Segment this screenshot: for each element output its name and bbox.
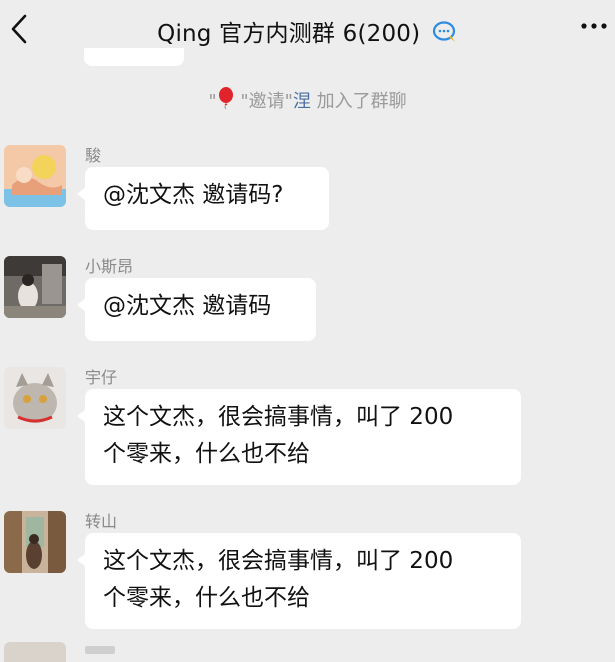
message-item: 小斯昂 @沈文杰 邀请码 [0, 253, 615, 343]
message-bubble[interactable]: @沈文杰 邀请码 [77, 278, 316, 341]
message-item: 转山 这个文杰，很会搞事情，叫了 200 个零来，什么也不给 [0, 508, 615, 633]
sender-name: 宇仔 [85, 368, 118, 387]
message-bubble[interactable]: 这个文杰，很会搞事情，叫了 200 个零来，什么也不给 [77, 389, 521, 485]
avatar[interactable] [4, 145, 66, 207]
avatar[interactable] [4, 367, 66, 429]
message-bubble[interactable]: 这个文杰，很会搞事情，叫了 200 个零来，什么也不给 [77, 533, 521, 629]
sender-name: 转山 [85, 512, 118, 531]
more-dots-icon[interactable] [579, 20, 609, 32]
chat-title: Qing 官方内测群 6(200) [0, 14, 615, 48]
system-invitee-link[interactable]: 涅 [293, 91, 311, 112]
message-item: 宇仔 这个文杰，很会搞事情，叫了 200 个零来，什么也不给 [0, 364, 615, 489]
previous-message-bubble [84, 48, 184, 66]
system-inviter: "邀请" [240, 91, 293, 112]
message-text-line: 这个文杰，很会搞事情，叫了 200 [103, 548, 454, 574]
sender-name-partial [85, 646, 115, 654]
avatar[interactable] [4, 642, 66, 662]
balloon-icon [218, 87, 233, 110]
avatar[interactable] [4, 256, 66, 318]
message-text-line: 这个文杰，很会搞事情，叫了 200 [103, 404, 454, 430]
message-bubble[interactable]: @沈文杰 邀请码? [77, 167, 329, 230]
system-suffix: 加入了群聊 [316, 91, 407, 112]
sender-name: 小斯昂 [85, 257, 134, 276]
message-text: @沈文杰 邀请码? [103, 182, 284, 208]
message-text-line: 个零来，什么也不给 [103, 585, 310, 611]
sender-name: 駿 [85, 146, 102, 165]
message-text: @沈文杰 邀请码 [103, 293, 272, 319]
avatar[interactable] [4, 511, 66, 573]
group-name: Qing 官方内测群 6(200) [157, 21, 421, 47]
message-item: 駿 @沈文杰 邀请码? [0, 142, 615, 232]
system-message: " "邀请"涅 加入了群聊 [0, 86, 615, 113]
chat-bubble-icon [432, 21, 455, 42]
message-text-line: 个零来，什么也不给 [103, 441, 310, 467]
